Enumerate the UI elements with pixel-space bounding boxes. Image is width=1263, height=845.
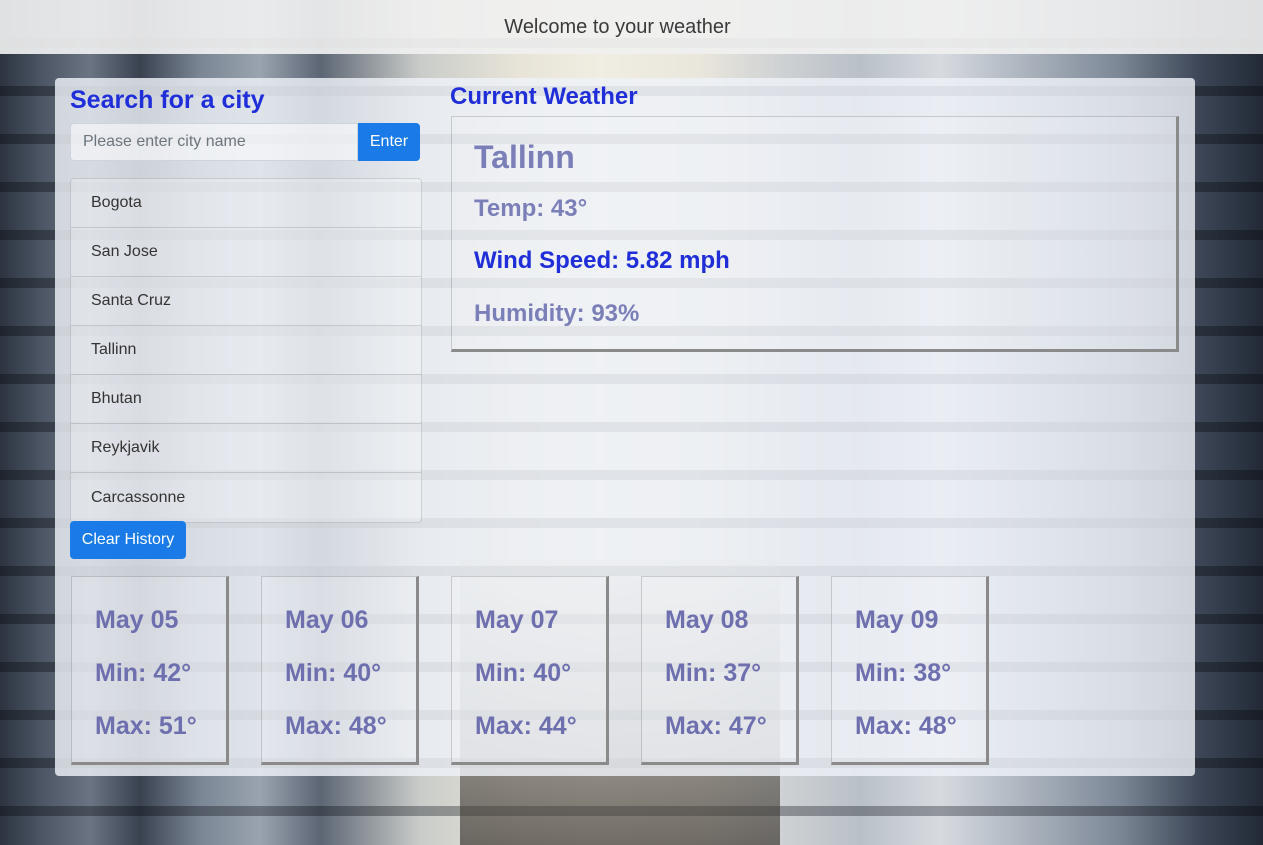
- search-history-list: Bogota San Jose Santa Cruz Tallinn Bhuta…: [70, 178, 422, 523]
- clear-history-button[interactable]: Clear History: [70, 521, 186, 559]
- current-weather-heading: Current Weather: [450, 83, 638, 110]
- enter-button[interactable]: Enter: [358, 123, 420, 161]
- page-title: Welcome to your weather: [504, 15, 731, 38]
- forecast-max-temp: Max: 44°: [475, 712, 577, 740]
- forecast-date: May 07: [475, 606, 559, 634]
- forecast-date: May 06: [285, 606, 369, 634]
- forecast-date: May 05: [95, 606, 179, 634]
- forecast-card: May 06 Min: 40° Max: 48°: [261, 576, 419, 765]
- history-item-santa-cruz[interactable]: Santa Cruz: [71, 277, 421, 326]
- history-item-carcassonne[interactable]: Carcassonne: [71, 473, 421, 522]
- forecast-min-temp: Min: 42°: [95, 659, 192, 687]
- search-form: Enter: [70, 123, 420, 161]
- forecast-date: May 08: [665, 606, 749, 634]
- forecast-card: May 08 Min: 37° Max: 47°: [641, 576, 799, 765]
- history-item-tallinn[interactable]: Tallinn: [71, 326, 421, 375]
- forecast-max-temp: Max: 51°: [95, 712, 197, 740]
- forecast-min-temp: Min: 40°: [285, 659, 382, 687]
- forecast-card: May 07 Min: 40° Max: 44°: [451, 576, 609, 765]
- forecast-max-temp: Max: 48°: [285, 712, 387, 740]
- top-bar: Welcome to your weather: [0, 0, 1263, 54]
- history-item-bogota[interactable]: Bogota: [71, 179, 421, 228]
- forecast-min-temp: Min: 37°: [665, 659, 762, 687]
- current-wind-speed: Wind Speed: 5.82 mph: [474, 247, 730, 274]
- forecast-min-temp: Min: 40°: [475, 659, 572, 687]
- current-weather-card: Tallinn Temp: 43° Wind Speed: 5.82 mph H…: [451, 116, 1179, 352]
- city-search-input[interactable]: [70, 123, 358, 161]
- history-item-san-jose[interactable]: San Jose: [71, 228, 421, 277]
- forecast-card: May 09 Min: 38° Max: 48°: [831, 576, 989, 765]
- history-item-bhutan[interactable]: Bhutan: [71, 375, 421, 424]
- current-temperature: Temp: 43°: [474, 195, 588, 222]
- current-city-name: Tallinn: [474, 139, 575, 175]
- forecast-max-temp: Max: 48°: [855, 712, 957, 740]
- search-heading: Search for a city: [70, 86, 265, 114]
- forecast-min-temp: Min: 38°: [855, 659, 952, 687]
- forecast-card: May 05 Min: 42° Max: 51°: [71, 576, 229, 765]
- forecast-max-temp: Max: 47°: [665, 712, 767, 740]
- current-humidity: Humidity: 93%: [474, 300, 640, 327]
- forecast-date: May 09: [855, 606, 939, 634]
- history-item-reykjavik[interactable]: Reykjavik: [71, 424, 421, 473]
